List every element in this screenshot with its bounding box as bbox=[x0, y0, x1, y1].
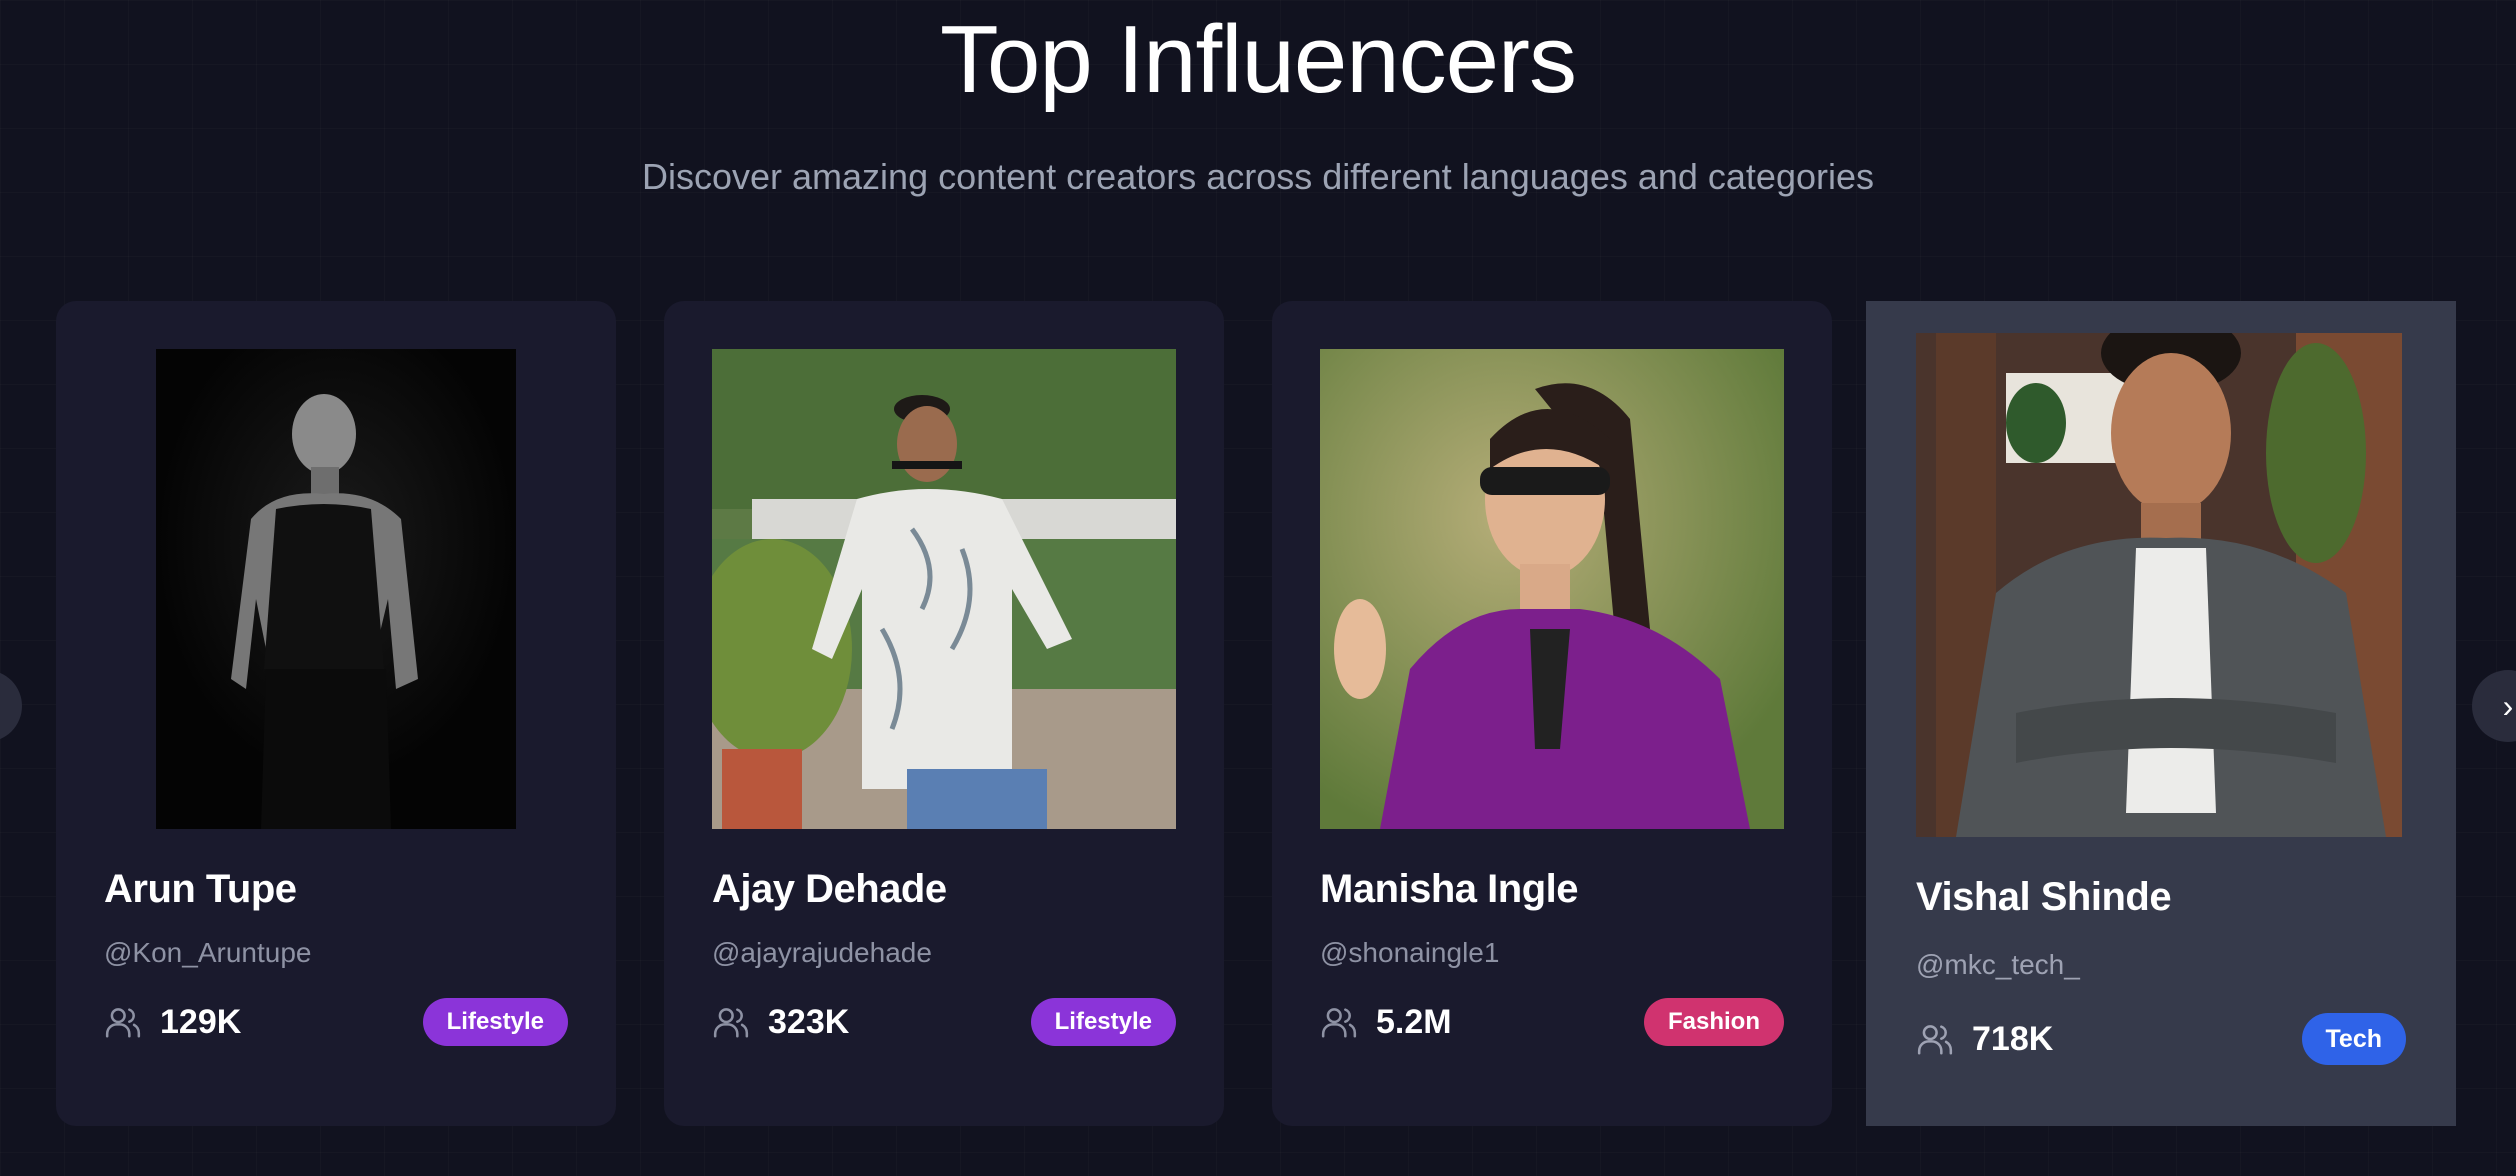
influencer-photo bbox=[156, 349, 516, 829]
influencer-name: Arun Tupe bbox=[104, 867, 297, 911]
follower-count: 129K bbox=[160, 1002, 242, 1041]
users-icon bbox=[1917, 1025, 1953, 1055]
influencer-stats: 129K Lifestyle bbox=[104, 998, 568, 1046]
users-icon bbox=[105, 1008, 141, 1038]
users-icon bbox=[713, 1008, 749, 1038]
influencer-card[interactable]: Vishal Shinde @mkc_tech_ 718K Tech bbox=[1866, 301, 2456, 1126]
influencer-card[interactable]: Manisha Ingle @shonaingle1 5.2M Fashion bbox=[1272, 301, 1832, 1126]
followers-group: 323K bbox=[712, 1003, 849, 1042]
influencer-stats: 323K Lifestyle bbox=[712, 998, 1176, 1046]
section-title: Top Influencers bbox=[939, 6, 1577, 113]
influencer-photo bbox=[1320, 349, 1784, 829]
person-photo-icon bbox=[1916, 333, 2402, 837]
influencer-handle: @ajayrajudehade bbox=[712, 937, 932, 968]
influencer-name: Manisha Ingle bbox=[1320, 867, 1579, 911]
influencer-photo bbox=[712, 349, 1176, 829]
category-badge[interactable]: Tech bbox=[2301, 1013, 2406, 1065]
influencer-card[interactable]: Ajay Dehade @ajayrajudehade 323K Lifesty… bbox=[664, 301, 1224, 1126]
influencer-stats: 718K Tech bbox=[1916, 1013, 2406, 1065]
follower-count: 5.2M bbox=[1376, 1002, 1452, 1041]
follower-count: 323K bbox=[768, 1002, 850, 1041]
influencer-stats: 5.2M Fashion bbox=[1320, 998, 1784, 1046]
followers-group: 5.2M bbox=[1320, 1003, 1452, 1042]
influencer-name: Vishal Shinde bbox=[1916, 875, 2172, 919]
person-photo-icon bbox=[1320, 349, 1784, 829]
chevron-right-icon: › bbox=[2502, 687, 2514, 724]
section-subtitle: Discover amazing content creators across… bbox=[641, 156, 1874, 197]
influencer-handle: @shonaingle1 bbox=[1320, 937, 1500, 968]
category-badge[interactable]: Lifestyle bbox=[1030, 998, 1176, 1046]
category-badge[interactable]: Lifestyle bbox=[422, 998, 568, 1046]
influencer-handle: @Kon_Aruntupe bbox=[104, 937, 312, 968]
influencer-name: Ajay Dehade bbox=[712, 867, 947, 911]
carousel-next-button[interactable]: › bbox=[2472, 670, 2516, 742]
carousel-prev-button[interactable]: ‹ bbox=[0, 670, 22, 742]
influencer-photo bbox=[1916, 333, 2402, 837]
category-badge[interactable]: Fashion bbox=[1643, 998, 1784, 1046]
influencers-section: Top Influencers Discover amazing content… bbox=[0, 0, 2516, 1176]
influencer-handle: @mkc_tech_ bbox=[1916, 949, 2080, 980]
followers-group: 129K bbox=[104, 1003, 241, 1042]
person-photo-icon bbox=[156, 349, 516, 829]
followers-group: 718K bbox=[1916, 1020, 2053, 1059]
follower-count: 718K bbox=[1972, 1019, 2054, 1058]
users-icon bbox=[1321, 1008, 1357, 1038]
person-photo-icon bbox=[712, 349, 1176, 829]
influencer-card[interactable]: Arun Tupe @Kon_Aruntupe 129K Lifestyle bbox=[56, 301, 616, 1126]
